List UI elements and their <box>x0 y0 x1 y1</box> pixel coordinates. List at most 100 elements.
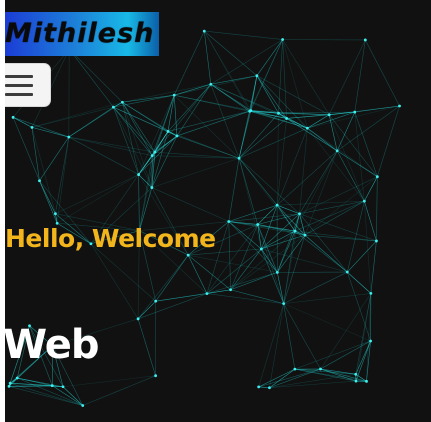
network-line <box>31 127 69 138</box>
network-line <box>187 255 208 294</box>
network-line <box>113 106 169 132</box>
network-line <box>364 201 372 294</box>
network-node <box>293 367 297 371</box>
network-line <box>173 30 205 96</box>
network-node <box>154 374 157 378</box>
network-line <box>347 240 377 273</box>
network-node <box>136 317 140 321</box>
network-line <box>204 30 283 40</box>
network-line <box>256 39 283 76</box>
network-node <box>345 270 349 274</box>
network-node <box>137 173 140 176</box>
network-line <box>238 158 300 214</box>
network-line <box>12 117 33 128</box>
network-line <box>155 254 189 302</box>
network-node <box>229 288 232 292</box>
greeting-text: Hello, Welcome <box>5 224 216 253</box>
network-node <box>67 135 71 139</box>
network-line <box>276 113 279 206</box>
network-node <box>172 93 176 97</box>
network-node <box>38 179 41 183</box>
site-logo[interactable]: Mithilesh <box>5 12 159 56</box>
network-node <box>209 82 213 86</box>
network-line <box>137 293 208 320</box>
network-node <box>111 105 115 109</box>
network-node <box>369 339 372 343</box>
network-line <box>258 386 270 389</box>
network-line <box>137 318 156 376</box>
network-node <box>205 292 209 295</box>
network-line <box>122 83 211 103</box>
network-line <box>299 128 308 214</box>
network-line <box>258 303 284 387</box>
network-line <box>238 158 258 225</box>
network-node <box>50 384 54 388</box>
network-line <box>364 176 378 202</box>
network-line <box>68 106 114 138</box>
network-node <box>257 385 261 389</box>
network-line <box>137 254 189 320</box>
headline-text: Web <box>5 322 99 368</box>
network-node <box>375 175 379 179</box>
network-line <box>17 377 83 406</box>
network-node <box>150 154 154 158</box>
menu-bar-top <box>5 75 33 78</box>
network-node <box>7 384 11 388</box>
network-line <box>68 136 139 175</box>
network-line <box>277 234 306 273</box>
network-node <box>281 38 285 41</box>
network-node <box>268 386 271 390</box>
hero-section: Mithilesh Hello, Welcome Web <box>5 0 431 422</box>
network-line <box>276 150 338 206</box>
network-line <box>174 75 257 96</box>
network-node <box>81 404 85 407</box>
network-node <box>275 270 279 274</box>
network-line <box>299 200 365 215</box>
network-line <box>320 340 371 370</box>
network-line <box>113 106 156 153</box>
network-node <box>259 247 263 251</box>
network-node <box>186 253 190 257</box>
network-line <box>283 303 371 342</box>
network-line <box>238 158 296 232</box>
network-line <box>122 94 175 103</box>
network-line <box>370 240 377 294</box>
network-line <box>269 368 321 389</box>
network-line <box>238 113 279 159</box>
network-line <box>269 373 356 389</box>
network-node <box>8 381 12 385</box>
network-line <box>365 39 400 107</box>
network-node <box>166 130 170 133</box>
network-node <box>369 292 373 295</box>
network-line <box>122 102 153 156</box>
network-line <box>294 230 377 242</box>
network-line <box>68 136 155 153</box>
network-node <box>61 385 65 389</box>
network-line <box>304 200 365 236</box>
network-line <box>256 75 330 116</box>
network-line <box>299 150 338 214</box>
network-line <box>152 155 240 159</box>
network-node <box>154 299 158 303</box>
network-node <box>282 302 286 306</box>
network-line <box>12 117 40 181</box>
network-node <box>363 38 367 42</box>
network-line <box>307 114 330 129</box>
network-line <box>173 94 240 159</box>
network-line <box>68 48 123 103</box>
network-node <box>375 239 378 243</box>
network-line <box>55 137 70 214</box>
network-line <box>250 39 283 111</box>
network-node <box>285 117 289 120</box>
network-node <box>303 233 307 237</box>
network-line <box>188 254 278 273</box>
hamburger-menu-button[interactable] <box>5 63 51 107</box>
network-node <box>275 203 279 207</box>
network-line <box>176 110 251 137</box>
network-line <box>307 105 400 129</box>
network-line <box>68 48 114 108</box>
network-node <box>354 379 358 383</box>
network-line <box>206 272 278 294</box>
menu-bar-middle <box>5 84 33 87</box>
network-line <box>137 300 156 320</box>
